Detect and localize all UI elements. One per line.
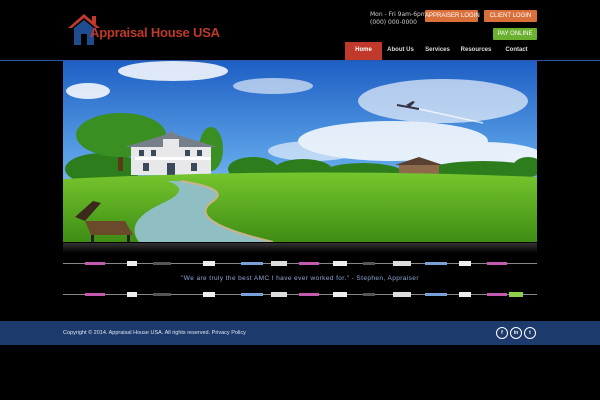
brand-name-suffix: USA <box>193 25 220 40</box>
nav-item-about-us[interactable]: About Us <box>382 42 419 60</box>
contact-info: Mon - Fri 9am-6pm (000) 000-0000 <box>370 11 427 27</box>
nav-item-services[interactable]: Services <box>419 42 456 60</box>
linkedin-icon[interactable]: in <box>510 327 522 339</box>
hero-banner <box>63 61 537 242</box>
copyright-text: Copyright © 2014. Appraisal House USA. A… <box>63 330 246 336</box>
decorative-strip-bottom <box>63 292 537 297</box>
band-shadow <box>63 243 537 253</box>
testimonial-quote: "We are truly the best AMC I have ever w… <box>181 275 419 282</box>
landscape-house-illustration <box>63 61 537 242</box>
twitter-icon[interactable]: t <box>524 327 536 339</box>
testimonial-band: "We are truly the best AMC I have ever w… <box>63 243 537 303</box>
nav-item-resources[interactable]: Resources <box>456 42 496 60</box>
contact-line-2: (000) 000-0000 <box>370 19 417 26</box>
pay-online-button[interactable]: PAY ONLINE <box>493 28 537 40</box>
appraiser-login-button[interactable]: APPRAISER LOGIN <box>425 10 480 22</box>
facebook-icon[interactable]: f <box>496 327 508 339</box>
nav-item-contact[interactable]: Contact <box>496 42 537 60</box>
main-nav: Home About Us Services Resources Contact <box>345 42 537 60</box>
site-footer: Copyright © 2014. Appraisal House USA. A… <box>0 321 600 345</box>
contact-line-1: Mon - Fri 9am-6pm <box>370 11 427 18</box>
client-login-button[interactable]: CLIENT LOGIN <box>484 10 537 22</box>
brand-name-main: Appraisal House <box>90 25 190 40</box>
brand-name[interactable]: Appraisal House USA <box>90 25 220 40</box>
decorative-strip-top <box>63 261 537 266</box>
nav-item-home[interactable]: Home <box>345 42 382 60</box>
